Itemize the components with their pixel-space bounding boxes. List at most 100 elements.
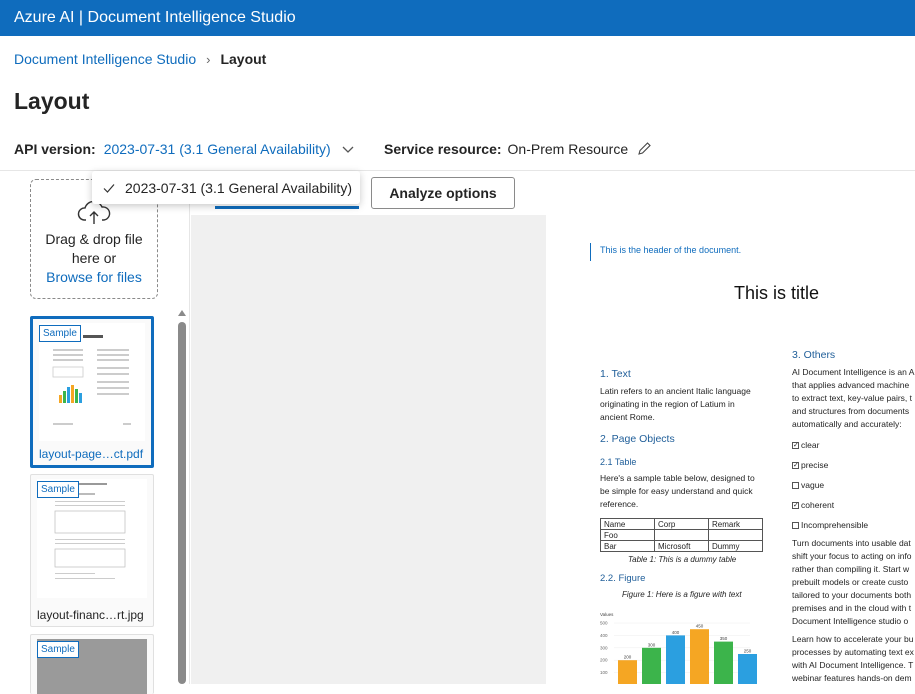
doc-section-3-heading: 3. Others — [792, 349, 836, 361]
chart-bar — [690, 629, 709, 684]
chart-bar — [618, 660, 637, 684]
text-line: ancient Rome. — [600, 412, 655, 422]
chart-y-tick-label: 500 — [600, 621, 608, 626]
figure-caption: Figure 1: Here is a figure with text — [622, 590, 742, 599]
text-line: that applies advanced machine — [792, 380, 910, 390]
checkbox-checked-icon: ✓ — [792, 501, 799, 509]
analyze-options-button[interactable]: Analyze options — [371, 177, 515, 209]
checklist-item: ✓ precise — [792, 460, 828, 470]
text-line: processes by automating text ex — [792, 647, 914, 657]
table-cell: Remark — [708, 518, 763, 530]
text-line: Document Intelligence studio o — [792, 616, 909, 626]
text-line: with AI Document Intelligence. T — [792, 660, 914, 670]
chart-data-label: 350 — [720, 636, 728, 641]
text-line: reference. — [600, 499, 639, 509]
checkmark-icon — [103, 183, 115, 193]
table-cell: Microsoft — [654, 540, 709, 552]
service-resource-label: Service resource: — [384, 141, 502, 157]
checklist-label: coherent — [801, 500, 835, 510]
file-card-3[interactable]: Sample — [30, 634, 154, 694]
text-line: premises and in the cloud with t — [792, 603, 912, 613]
file-card-2[interactable]: Sample layout-financ…rt.jpg — [30, 474, 154, 627]
api-version-selector[interactable]: API version: 2023-07-31 (3.1 General Ava… — [14, 141, 355, 157]
text-line: Here's a sample table below, designed to — [600, 473, 755, 483]
text-line: and structures from documents — [792, 406, 910, 416]
table-cell: Name — [600, 518, 655, 530]
table-row: Name Corp Remark — [600, 518, 763, 530]
chart-bar — [666, 635, 685, 684]
table-row: Foo — [600, 529, 763, 541]
checklist-item: vague — [792, 480, 824, 490]
upload-line2: here or — [71, 250, 117, 266]
chart-y-tick-label: 100 — [600, 670, 608, 675]
header-marker — [590, 243, 591, 261]
text-line: shift your focus to acting on info — [792, 551, 912, 561]
api-version-label: API version: — [14, 141, 96, 157]
doc-section-21-text: Here's a sample table below, designed to… — [600, 472, 755, 511]
text-line: be simple for easy understand and quick — [600, 486, 753, 496]
doc-section-21-heading: 2.1 Table — [600, 457, 637, 467]
doc-section-22-heading: 2.2. Figure — [600, 573, 646, 584]
breadcrumb-current: Layout — [220, 51, 267, 67]
file-name: layout-financ…rt.jpg — [37, 608, 144, 622]
service-resource: Service resource: On-Prem Resource — [384, 141, 652, 157]
table-row: Bar Microsoft Dummy — [600, 540, 763, 552]
scrollbar-thumb[interactable] — [178, 322, 186, 684]
doc-section-1-text: Latin refers to an ancient Italic langua… — [600, 385, 751, 424]
doc-section-3-text: AI Document Intelligence is an A that ap… — [792, 366, 914, 431]
scroll-up-arrow-icon[interactable] — [178, 310, 186, 316]
checkbox-checked-icon: ✓ — [792, 441, 799, 449]
doc-section-1-heading: 1. Text — [600, 368, 631, 380]
api-version-value[interactable]: 2023-07-31 (3.1 General Availability) — [104, 141, 331, 157]
text-line: AI Document Intelligence is an A — [792, 367, 915, 377]
api-version-dropdown-menu[interactable]: 2023-07-31 (3.1 General Availability) — [92, 171, 360, 204]
document-page: This is the header of the document. This… — [546, 215, 915, 684]
text-line: Latin refers to an ancient Italic langua… — [600, 386, 751, 396]
doc-table: Name Corp Remark Foo Bar Microsoft Dummy — [600, 518, 763, 552]
table-cell — [654, 529, 709, 541]
bar-chart: Values 500 400 300 200 100 200 300 400 450 350 250 — [600, 612, 757, 684]
active-tab-indicator — [215, 206, 359, 209]
chart-data-label: 300 — [648, 642, 656, 647]
chevron-down-icon[interactable] — [341, 142, 355, 156]
sample-badge: Sample — [37, 641, 79, 658]
chart-y-tick-label: 400 — [600, 633, 608, 638]
app-title: Azure AI | Document Intelligence Studio — [14, 9, 296, 26]
chart-bar — [714, 641, 733, 684]
doc-title: This is title — [734, 283, 820, 303]
chart-y-tick-label: 300 — [600, 645, 608, 650]
checkbox-empty-icon — [792, 521, 799, 529]
checkbox-empty-icon — [792, 481, 799, 489]
doc-section-3-para2: Turn documents into usable dat shift you… — [792, 537, 912, 628]
checkbox-checked-icon: ✓ — [792, 461, 799, 469]
browse-files-link[interactable]: Browse for files — [31, 268, 157, 287]
chart-y-tick-label: 200 — [600, 658, 608, 663]
text-line: to extract text, key-value pairs, t — [792, 393, 912, 403]
chart-bar — [642, 647, 661, 684]
edit-pencil-icon[interactable] — [636, 141, 652, 157]
breadcrumb: Document Intelligence Studio › Layout — [14, 51, 266, 67]
table-cell — [708, 529, 763, 541]
text-line: automatically and accurately: — [792, 419, 902, 429]
text-line: originating in the region of Latium in — [600, 399, 735, 409]
page-title: Layout — [14, 88, 90, 114]
checklist-item: Incomprehensible — [792, 520, 868, 530]
chart-y-axis-label: Values — [600, 612, 614, 617]
checklist-item: ✓ clear — [792, 440, 819, 450]
checklist-label: clear — [801, 440, 820, 450]
doc-header: This is the header of the document. — [600, 245, 742, 255]
checklist-label: vague — [801, 480, 825, 490]
chart-data-label: 400 — [672, 630, 680, 635]
breadcrumb-root-link[interactable]: Document Intelligence Studio — [14, 51, 196, 67]
checklist-item: ✓ coherent — [792, 500, 834, 510]
dropdown-option[interactable]: 2023-07-31 (3.1 General Availability) — [125, 180, 352, 196]
chart-data-label: 250 — [744, 649, 752, 654]
text-line: prebuilt models or create custo — [792, 577, 909, 587]
chart-data-label: 450 — [696, 624, 704, 629]
file-card-1[interactable]: Sample layout-page…ct.pdf — [30, 316, 154, 468]
sample-badge: Sample — [37, 481, 79, 498]
table-cell: Foo — [600, 529, 655, 541]
text-line: tailored to your documents both — [792, 590, 912, 600]
text-line: webinar features hands-on dem — [792, 673, 912, 683]
table-cell: Bar — [600, 540, 655, 552]
